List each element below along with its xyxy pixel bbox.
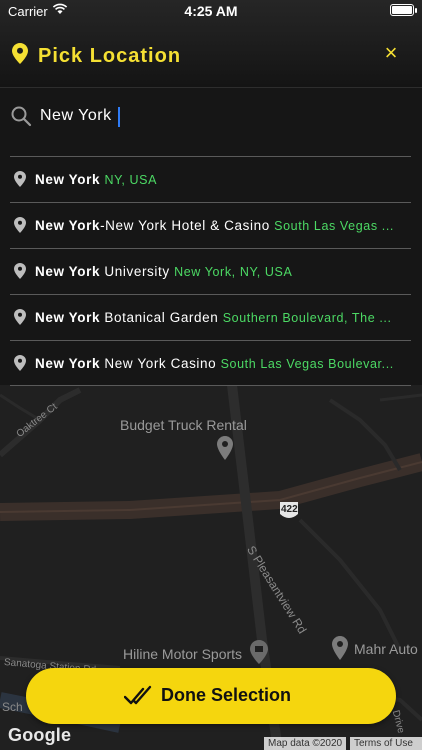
result-secondary: South Las Vegas Boulevar...: [220, 357, 394, 371]
terms-of-use-link[interactable]: Terms of Use: [350, 737, 422, 750]
status-time: 4:25 AM: [184, 3, 238, 19]
double-check-icon: [123, 685, 152, 712]
result-primary-rest: New York Casino: [100, 356, 217, 371]
battery-tip: [415, 8, 417, 13]
result-secondary: South Las Vegas ...: [274, 219, 394, 233]
result-primary-highlight: New York: [35, 356, 101, 371]
map-pin-icon: [14, 355, 26, 376]
location-picker-panel: Carrier 4:25 AM Pick Location × New York…: [0, 0, 422, 386]
result-primary-rest: -New York Hotel & Casino: [100, 218, 270, 233]
done-selection-button[interactable]: Done Selection: [26, 668, 396, 724]
map-label-budget: Budget Truck Rental: [120, 417, 247, 433]
result-primary-rest: Botanical Garden: [100, 310, 219, 325]
battery-icon: [390, 4, 414, 16]
result-secondary: NY, USA: [104, 173, 158, 187]
location-pin-icon: [12, 43, 28, 70]
done-selection-label: Done Selection: [161, 685, 292, 705]
list-item[interactable]: New York University New York, NY, USA: [10, 248, 411, 294]
page-title: Pick Location: [38, 45, 182, 67]
map-data-attribution: Map data ©2020: [264, 737, 347, 750]
result-primary-highlight: New York: [35, 172, 101, 187]
result-secondary: New York, NY, USA: [174, 265, 293, 279]
map-label-route: 422: [281, 504, 298, 515]
result-primary-highlight: New York: [35, 310, 101, 325]
close-button[interactable]: ×: [380, 42, 402, 64]
header: Carrier 4:25 AM Pick Location ×: [0, 0, 422, 88]
list-item[interactable]: New York Botanical Garden Southern Boule…: [10, 294, 411, 340]
map-pin-icon: [14, 217, 26, 238]
search-icon: [10, 105, 32, 132]
map-pin-icon: [14, 309, 26, 330]
text-cursor: [118, 107, 120, 127]
map-label-hiline: Hiline Motor Sports: [123, 646, 243, 662]
map-pin-icon: [14, 263, 26, 284]
result-primary-rest: University: [100, 264, 170, 279]
list-item[interactable]: New York New York Casino South Las Vegas…: [10, 340, 411, 386]
map-pin-icon: [14, 171, 26, 192]
result-secondary: Southern Boulevard, The ...: [222, 311, 392, 325]
search-bar: [0, 89, 422, 145]
list-item[interactable]: New York NY, USA: [10, 156, 411, 202]
status-bar: Carrier 4:25 AM: [0, 0, 422, 22]
google-logo: Google: [8, 725, 72, 745]
map-label-sch: Sch: [2, 700, 23, 714]
list-item[interactable]: New York-New York Hotel & Casino South L…: [10, 202, 411, 248]
result-primary-highlight: New York: [35, 218, 101, 233]
results-list: New York NY, USA New York-New York Hotel…: [10, 156, 411, 386]
map-label-mahr: Mahr Auto: [354, 641, 418, 657]
result-primary-highlight: New York: [35, 264, 101, 279]
search-input[interactable]: [40, 102, 400, 130]
